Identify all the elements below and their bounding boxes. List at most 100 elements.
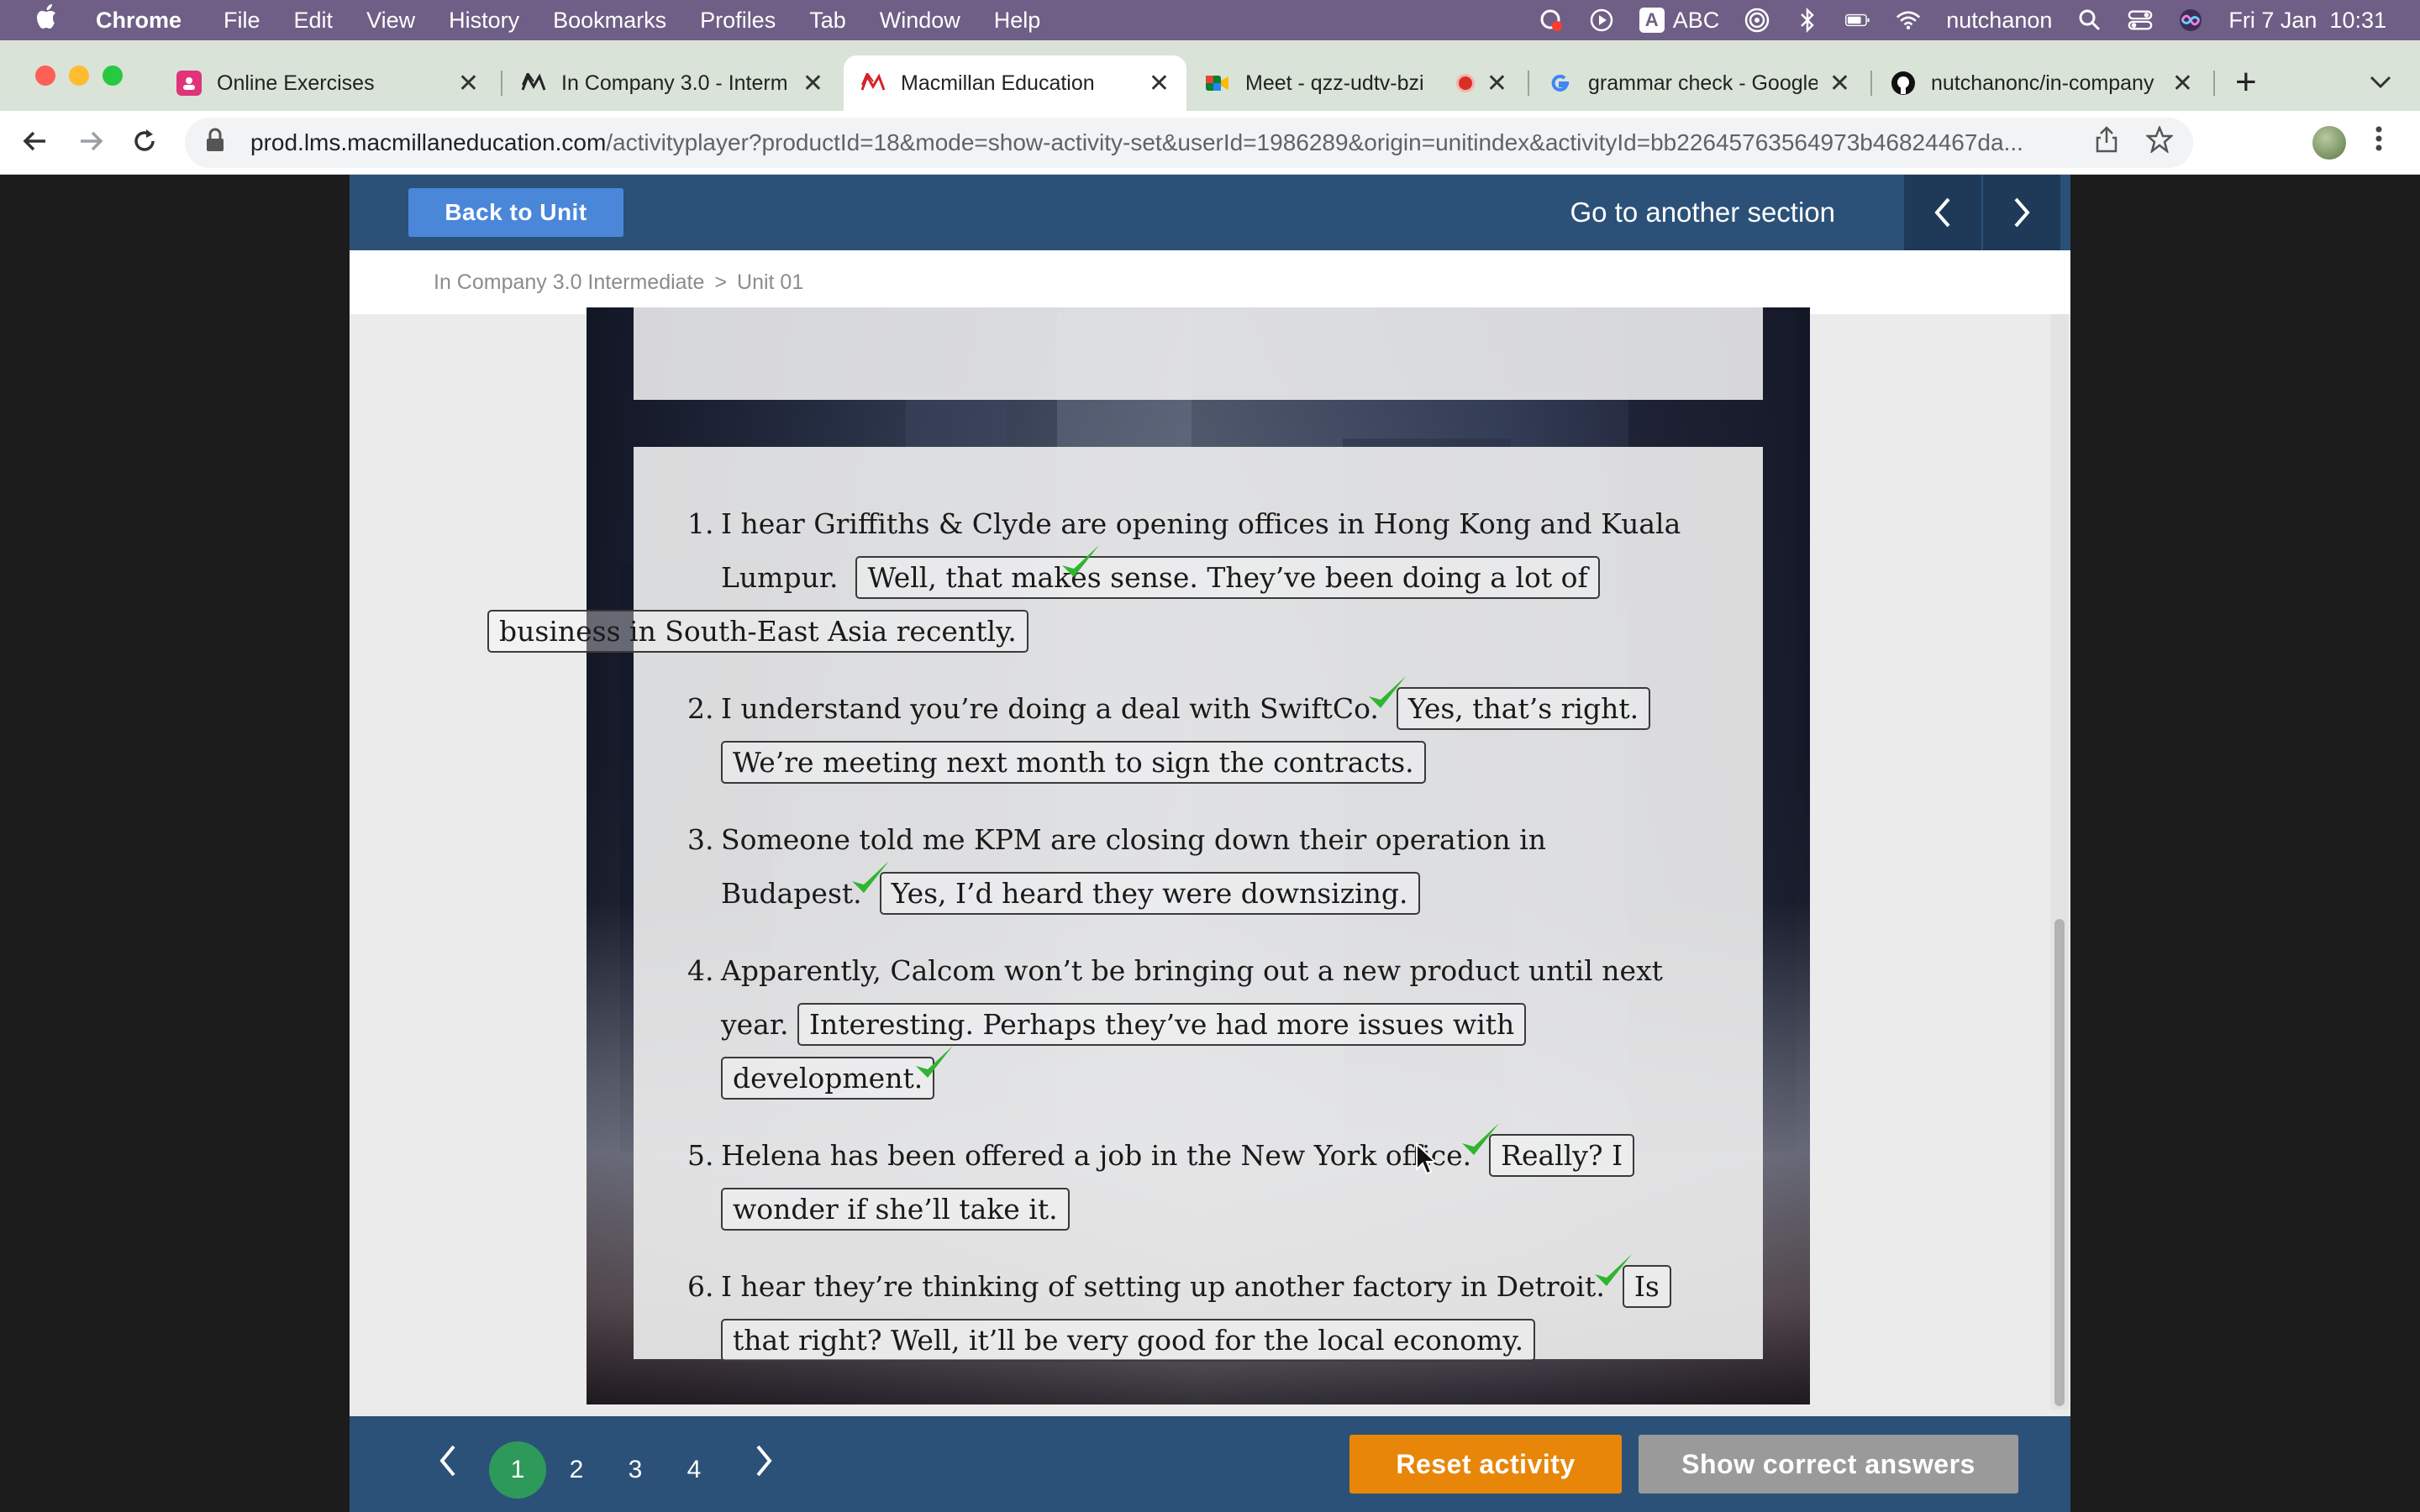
menu-tab[interactable]: Tab <box>809 8 846 34</box>
tab-github[interactable]: nutchanonc/in-company ✕ <box>1874 55 2210 111</box>
vertical-scrollbar[interactable] <box>2050 314 2069 1410</box>
tab-grammar-check[interactable]: grammar check - Google ✕ <box>1531 55 1867 111</box>
exercise-panel: 1. I hear Griffiths & Clyde are opening … <box>487 447 1763 1362</box>
tab-search-chevron-icon[interactable] <box>2370 69 2391 95</box>
menu-view[interactable]: View <box>366 8 415 34</box>
reload-icon[interactable] <box>129 126 160 163</box>
previous-page-button[interactable] <box>439 1416 457 1512</box>
exercise-number: 6. <box>687 1270 714 1303</box>
bottom-navigation-bar: 1 2 3 4 Reset activity Show correct answ… <box>350 1416 2070 1512</box>
menu-bookmarks[interactable]: Bookmarks <box>553 8 666 34</box>
spotlight-search-icon[interactable] <box>2077 8 2102 33</box>
top-navigation-bar: Back to Unit Go to another section <box>350 175 2070 250</box>
previous-section-button[interactable] <box>1904 175 1981 250</box>
exercise-prompt: I hear they’re thinking of setting up an… <box>721 1270 1605 1303</box>
exercise-item: 2. I understand you’re doing a deal with… <box>634 676 1763 790</box>
window-minimize-button[interactable] <box>69 66 89 86</box>
answer-box[interactable]: Interesting. Perhaps they’ve had more is… <box>721 1003 1527 1100</box>
breadcrumb-course[interactable]: In Company 3.0 Intermediate <box>434 270 704 294</box>
bluetooth-icon[interactable] <box>1795 8 1820 33</box>
page-2-button[interactable]: 2 <box>548 1441 605 1499</box>
input-source-indicator[interactable]: A ABC <box>1639 7 1720 34</box>
tab-strip: Online Exercises ✕ In Company 3.0 - Inte… <box>0 40 2420 111</box>
forward-arrow-icon[interactable] <box>76 126 106 163</box>
screen-record-icon[interactable] <box>1539 8 1564 33</box>
previous-panel-bottom <box>634 307 1763 400</box>
menu-window[interactable]: Window <box>880 8 960 34</box>
window-close-button[interactable] <box>35 66 55 86</box>
input-source-label: ABC <box>1672 7 1720 33</box>
tab-online-exercises[interactable]: Online Exercises ✕ <box>160 55 496 111</box>
tab-title: grammar check - Google <box>1588 71 1818 95</box>
tab-title: Meet - qzz-udtv-bzi <box>1245 71 1424 95</box>
exercise-prompt: Helena has been offered a job in the New… <box>721 1139 1472 1172</box>
bookmark-star-icon[interactable] <box>2144 124 2175 160</box>
new-tab-icon[interactable]: + <box>2235 64 2257 101</box>
exercise-item: 3. Someone told me KPM are closing down … <box>634 813 1763 921</box>
control-center-icon[interactable] <box>2128 8 2153 33</box>
url-text[interactable]: prod.lms.macmillaneducation.com/activity… <box>250 129 2067 156</box>
address-bar[interactable]: prod.lms.macmillaneducation.com/activity… <box>185 118 2193 168</box>
tab-in-company[interactable]: In Company 3.0 - Interm ✕ <box>504 55 840 111</box>
tab-separator <box>501 71 502 96</box>
menu-history[interactable]: History <box>449 8 519 34</box>
menu-file[interactable]: File <box>224 8 260 34</box>
exercise-item: 4. Apparently, Calcom won’t be bringing … <box>634 944 1763 1105</box>
macmillan-icon <box>521 71 546 96</box>
wifi-icon[interactable] <box>1896 8 1921 33</box>
tab-close-icon[interactable]: ✕ <box>1149 69 1170 98</box>
apple-menu-icon[interactable] <box>34 3 62 37</box>
window-zoom-button[interactable] <box>103 66 123 86</box>
clock[interactable]: Fri 7 Jan 10:31 <box>2228 8 2386 34</box>
scrollbar-thumb[interactable] <box>2054 919 2065 1406</box>
answer-box[interactable]: Well, that makes sense. They’ve been doi… <box>487 556 1600 653</box>
show-correct-answers-button[interactable]: Show correct answers <box>1639 1435 2018 1494</box>
go-to-another-section-label: Go to another section <box>1570 197 1835 228</box>
siri-icon[interactable] <box>2178 8 2203 33</box>
user-name[interactable]: nutchanon <box>1946 8 2052 34</box>
menu-items: File Edit View History Bookmarks Profile… <box>190 8 1040 34</box>
menu-help[interactable]: Help <box>994 8 1041 34</box>
tab-close-icon[interactable]: ✕ <box>802 69 823 98</box>
tab-separator <box>2213 71 2215 96</box>
next-section-button[interactable] <box>1983 175 2060 250</box>
tab-close-icon[interactable]: ✕ <box>1486 69 1507 98</box>
tab-close-icon[interactable]: ✕ <box>1829 69 1850 98</box>
meet-icon <box>1205 71 1230 96</box>
share-icon[interactable] <box>2096 126 2118 160</box>
tab-close-icon[interactable]: ✕ <box>2172 69 2193 98</box>
macos-menu-bar: Chrome File Edit View History Bookmarks … <box>0 0 2420 40</box>
lock-icon[interactable] <box>205 128 230 159</box>
chrome-menu-icon[interactable] <box>2375 124 2383 160</box>
breadcrumb-unit[interactable]: Unit 01 <box>737 270 803 294</box>
back-arrow-icon[interactable] <box>20 126 50 163</box>
page-1-button[interactable]: 1 <box>489 1441 546 1499</box>
exercise-number: 1. <box>687 507 714 540</box>
menu-edit[interactable]: Edit <box>294 8 334 34</box>
exercise-list: 1. I hear Griffiths & Clyde are opening … <box>487 497 1763 1391</box>
page-4-button[interactable]: 4 <box>666 1441 723 1499</box>
tab-separator <box>1528 71 1529 96</box>
menu-profiles[interactable]: Profiles <box>700 8 776 34</box>
exercise-item: 1. I hear Griffiths & Clyde are opening … <box>487 497 1763 659</box>
tab-macmillan-education[interactable]: Macmillan Education ✕ <box>844 55 1186 111</box>
breadcrumb: In Company 3.0 Intermediate > Unit 01 <box>434 250 803 314</box>
profile-avatar[interactable] <box>2312 126 2346 160</box>
tab-close-icon[interactable]: ✕ <box>458 69 479 98</box>
tab-meet[interactable]: Meet - qzz-udtv-bzi ✕ <box>1188 55 1524 111</box>
back-to-unit-button[interactable]: Back to Unit <box>408 188 623 237</box>
reset-activity-button[interactable]: Reset activity <box>1349 1435 1622 1494</box>
answer-box[interactable]: Yes, I’d heard they were downsizing. <box>879 872 1420 915</box>
battery-icon[interactable] <box>1845 8 1870 33</box>
play-icon[interactable] <box>1589 8 1614 33</box>
tab-title: Macmillan Education <box>901 71 1095 95</box>
next-page-button[interactable] <box>755 1416 773 1512</box>
activity-player: Back to Unit Go to another section In Co… <box>350 175 2070 1512</box>
breadcrumb-separator: > <box>714 270 728 294</box>
page-3-button[interactable]: 3 <box>607 1441 664 1499</box>
browser-toolbar: prod.lms.macmillaneducation.com/activity… <box>0 111 2420 175</box>
tab-title: nutchanonc/in-company <box>1931 71 2154 95</box>
tab-separator <box>1870 71 1872 96</box>
airdrop-icon[interactable] <box>1744 8 1770 33</box>
app-name-menu[interactable]: Chrome <box>96 8 182 34</box>
